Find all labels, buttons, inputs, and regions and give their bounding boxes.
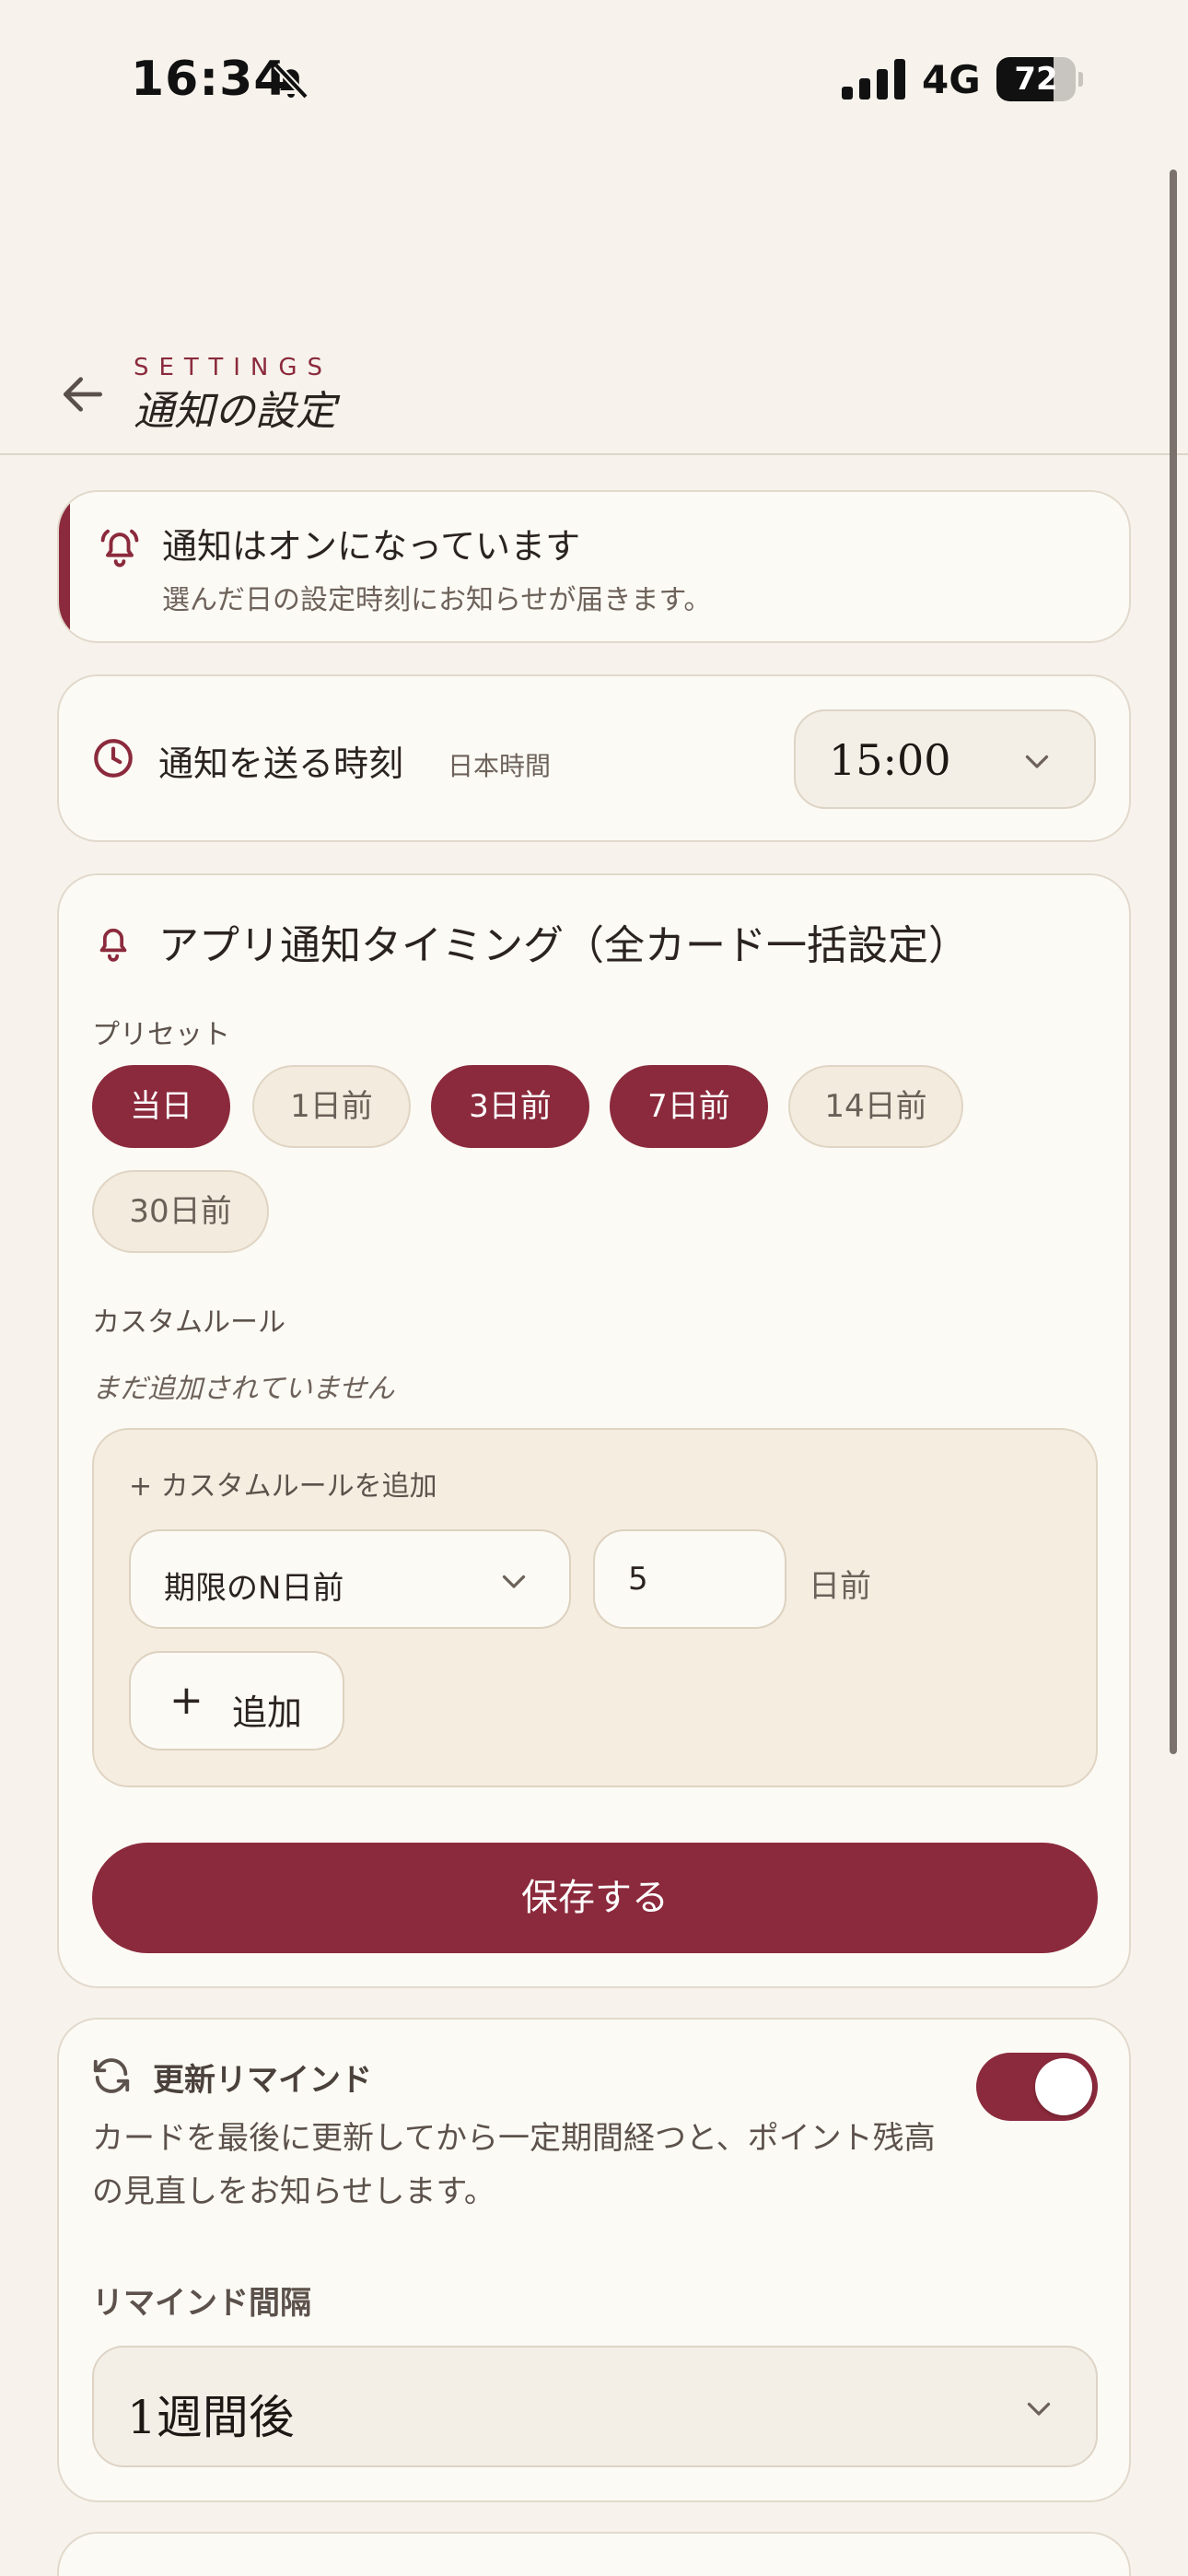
preset-chip[interactable]: 当日 — [92, 1065, 230, 1148]
add-custom-rule-panel: + カスタムルールを追加 期限のN日前 日前 + 追加 — [92, 1428, 1098, 1787]
send-time-label: 通知を送る時刻 — [158, 744, 404, 784]
timing-title: アプリ通知タイミング（全カード一括設定） — [158, 922, 969, 969]
custom-rule-label: カスタムルール — [92, 1306, 285, 1339]
battery-icon: 72 — [996, 57, 1083, 101]
rule-type-value: 期限のN日前 — [164, 1570, 344, 1607]
preset-chip[interactable]: 1日前 — [252, 1065, 411, 1148]
preset-chip[interactable]: 30日前 — [92, 1170, 269, 1253]
next-card — [57, 2532, 1131, 2576]
bell-icon — [99, 928, 127, 962]
banner-subtitle: 選んだ日の設定時刻にお知らせが届きます。 — [162, 584, 712, 616]
banner-title: 通知はオンになっています — [162, 526, 581, 567]
preset-chip[interactable]: 7日前 — [610, 1065, 768, 1148]
save-button[interactable]: 保存する — [92, 1843, 1098, 1953]
remind-title: 更新リマインド — [153, 2062, 372, 2099]
timezone-note: 日本時間 — [448, 751, 552, 781]
bell-slash-icon — [274, 63, 309, 100]
days-input[interactable] — [593, 1529, 786, 1629]
remind-description: カードを最後に更新してから一定期間経つと、ポイント残高の見直しをお知らせします。 — [92, 2120, 936, 2210]
page-header: SETTINGS 通知の設定 — [0, 341, 1188, 455]
toggle-knob — [1035, 2058, 1092, 2115]
chevron-down-icon — [502, 1575, 526, 1588]
rule-type-select[interactable]: 期限のN日前 — [129, 1529, 571, 1629]
app-notification-timing-card: アプリ通知タイミング（全カード一括設定） プリセット 当日 1日前 3日前 7日… — [57, 873, 1131, 1988]
chevron-down-icon — [1027, 2402, 1051, 2416]
bell-icon — [100, 529, 139, 568]
update-remind-card: 更新リマインド カードを最後に更新してから一定期間経つと、ポイント残高の見直しを… — [57, 2018, 1131, 2502]
notification-status-banner: 通知はオンになっています 選んだ日の設定時刻にお知らせが届きます。 — [57, 490, 1131, 643]
add-rule-title: + カスタムルールを追加 — [129, 1470, 437, 1503]
remind-interval-select[interactable]: 1週間後 — [92, 2346, 1098, 2467]
preset-chip[interactable]: 14日前 — [788, 1065, 963, 1148]
clock-icon — [94, 739, 133, 778]
refresh-icon — [93, 2058, 130, 2093]
scrollbar[interactable] — [1170, 170, 1177, 1754]
preset-chip[interactable]: 3日前 — [431, 1065, 589, 1148]
remind-toggle[interactable] — [976, 2053, 1098, 2121]
plus-icon: + — [169, 1677, 204, 1724]
remind-interval-label: リマインド間隔 — [92, 2285, 311, 2322]
battery-percent: 72 — [1014, 61, 1058, 98]
remind-interval-value: 1週間後 — [127, 2391, 295, 2444]
preset-label: プリセット — [92, 1019, 230, 1051]
add-rule-label: 追加 — [232, 1692, 303, 1733]
status-time: 16:34 — [131, 52, 288, 107]
status-bar: 16:34 4G 72 — [0, 0, 1188, 166]
banner-accent — [59, 492, 70, 641]
send-time-card: 通知を送る時刻 日本時間 15:00 — [57, 674, 1131, 842]
chevron-down-icon — [1025, 755, 1049, 768]
custom-rule-empty: まだ追加されていません — [92, 1373, 395, 1405]
cellular-signal-icon — [842, 59, 905, 100]
send-time-select[interactable]: 15:00 — [794, 709, 1096, 809]
days-unit: 日前 — [809, 1568, 871, 1605]
send-time-value: 15:00 — [829, 735, 951, 785]
arrow-left-icon[interactable] — [57, 369, 109, 420]
page-title: 通知の設定 — [134, 388, 336, 435]
network-type: 4G — [922, 57, 981, 102]
add-rule-button[interactable]: + 追加 — [129, 1651, 344, 1751]
